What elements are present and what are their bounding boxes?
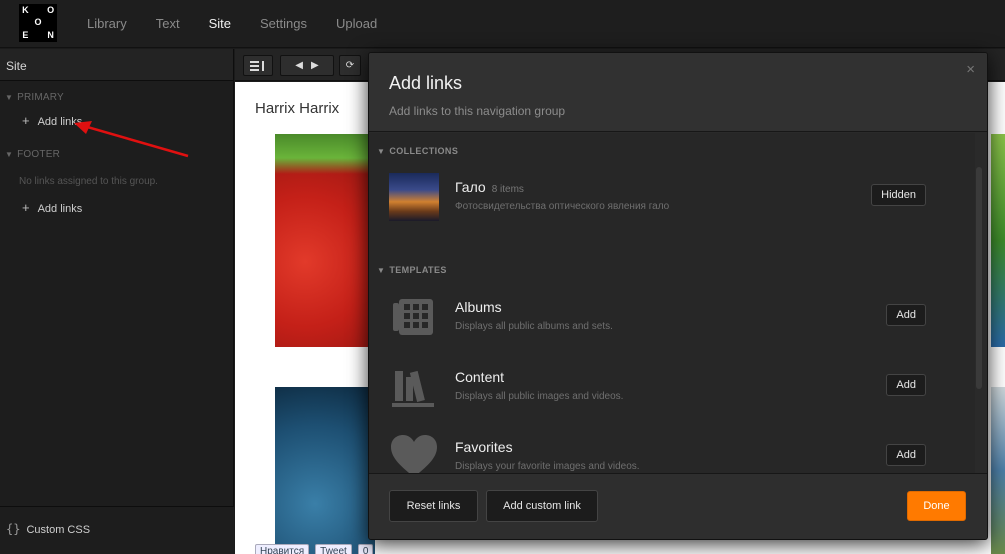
facebook-like-button[interactable]: Нравится (255, 544, 310, 554)
add-custom-link-button[interactable]: Add custom link (486, 490, 598, 522)
template-title: Favorites (455, 439, 513, 455)
template-row-albums: Albums Displays all public albums and se… (389, 293, 949, 343)
add-content-button[interactable]: Add (886, 374, 926, 396)
done-button[interactable]: Done (907, 491, 966, 521)
modal-title: Add links (389, 73, 463, 93)
books-icon (392, 370, 434, 407)
collapse-triangle-icon: ▼ (377, 266, 386, 275)
red-arrow-annotation (74, 121, 189, 158)
tweet-button[interactable]: Tweet (315, 544, 352, 554)
modal-header: Add links Add links to this navigation g… (369, 53, 987, 132)
template-description: Displays all public images and videos. (455, 391, 624, 402)
modal-subtitle: Add links to this navigation group (389, 104, 566, 118)
forward-arrow-icon[interactable]: ▶ (311, 60, 319, 71)
refresh-button[interactable]: ⟳ (339, 55, 361, 76)
site-title[interactable]: Harrix Harrix (255, 100, 339, 117)
main-nav: Library Text Site Settings Upload (87, 16, 406, 31)
strawberry-photo[interactable] (275, 134, 375, 347)
plus-icon: + (22, 113, 30, 128)
plus-icon: + (22, 200, 30, 215)
back-arrow-icon[interactable]: ◀ (295, 60, 303, 71)
template-title: Albums (455, 299, 502, 315)
collapse-triangle-icon: ▼ (5, 150, 14, 159)
top-bar: K O O E N Library Text Site Settings Upl… (0, 0, 1005, 48)
template-title: Content (455, 369, 505, 385)
footer-add-links[interactable]: + Add links (0, 200, 233, 215)
refresh-icon: ⟳ (345, 60, 355, 71)
koken-logo[interactable]: K O O E N (19, 4, 57, 42)
collapse-triangle-icon: ▼ (377, 147, 386, 156)
custom-css-link[interactable]: {} Custom CSS (0, 506, 234, 554)
template-description: Displays your favorite images and videos… (455, 461, 640, 472)
add-favorites-button[interactable]: Add (886, 444, 926, 466)
template-description: Displays all public albums and sets. (455, 321, 613, 332)
modal-body: ▼ COLLECTIONS Гало 8 items Фотосвидетельст… (369, 133, 975, 476)
nav-library[interactable]: Library (87, 16, 127, 31)
sidebar-header: Site (0, 49, 233, 81)
toggle-sidebar-button[interactable] (243, 55, 273, 76)
heart-icon (391, 435, 437, 476)
nav-site[interactable]: Site (209, 16, 231, 31)
add-links-modal: Add links Add links to this navigation g… (368, 52, 988, 540)
add-albums-button[interactable]: Add (886, 304, 926, 326)
template-row-content: Content Displays all public images and v… (389, 363, 949, 413)
nav-settings[interactable]: Settings (260, 16, 307, 31)
reset-links-button[interactable]: Reset links (389, 490, 478, 522)
water-drop-photo[interactable] (275, 387, 375, 554)
nav-text[interactable]: Text (156, 16, 180, 31)
collection-title: Гало 8 items (455, 179, 524, 195)
collection-description: Фотосвидетельства оптического явления га… (455, 201, 670, 212)
braces-icon: {} (6, 522, 21, 536)
collections-label[interactable]: ▼ COLLECTIONS (377, 146, 458, 156)
close-icon[interactable]: × (966, 61, 975, 78)
history-nav-buttons: ◀ ▶ (280, 55, 334, 76)
modal-scrollbar[interactable] (976, 167, 982, 389)
halo-collection-thumbnail (389, 173, 439, 221)
templates-label[interactable]: ▼ TEMPLATES (377, 265, 447, 275)
nav-upload[interactable]: Upload (336, 16, 377, 31)
group-primary-label[interactable]: ▼ PRIMARY (0, 92, 233, 103)
sidebar-toggle-icon (250, 60, 264, 71)
footer-empty-message: No links assigned to this group. (19, 176, 158, 187)
template-row-favorites: Favorites Displays your favorite images … (389, 433, 949, 476)
albums-grid-icon (393, 299, 433, 335)
city-photo[interactable] (991, 387, 1005, 554)
modal-footer: Reset links Add custom link Done (369, 473, 987, 539)
collection-row: Гало 8 items Фотосвидетельства оптическог… (389, 173, 949, 223)
tweet-count: 0 (357, 544, 374, 554)
share-buttons: Нравится Tweet 0 (255, 544, 374, 554)
nature-photo[interactable] (991, 134, 1005, 347)
collapse-triangle-icon: ▼ (5, 93, 14, 102)
hidden-button[interactable]: Hidden (871, 184, 926, 206)
